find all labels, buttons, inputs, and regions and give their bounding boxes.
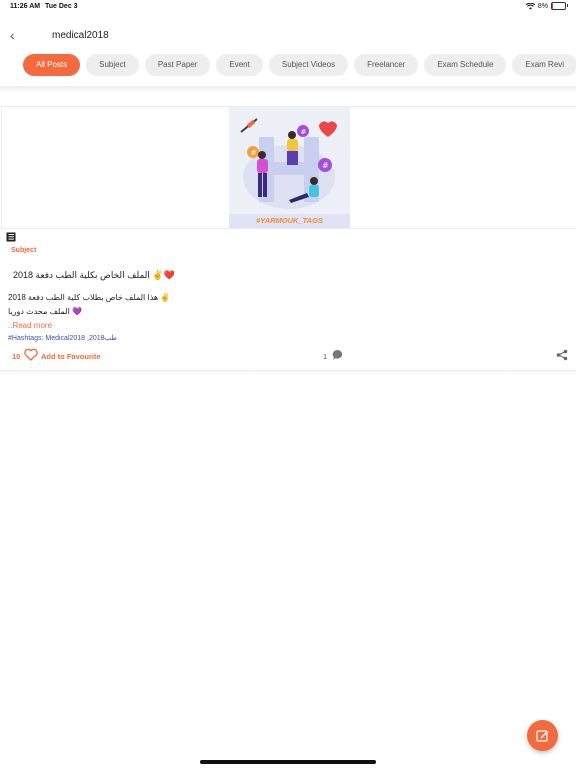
battery-icon: [551, 2, 568, 10]
illustration-icon: # # #: [229, 107, 350, 214]
tab-subject-videos[interactable]: Subject Videos: [268, 54, 349, 76]
tab-freelancer[interactable]: Freelancer: [354, 54, 419, 76]
edit-icon: [536, 730, 548, 742]
post-title: الملف الخاص بكلية الطب دفعة 2018 ✌️❤️: [13, 270, 175, 280]
add-to-favourite-button[interactable]: Add to Favourite: [41, 352, 101, 361]
post-image[interactable]: # # # #YARMOUK_TAGS: [229, 107, 350, 228]
document-icon: [6, 232, 16, 242]
tab-exam-revi[interactable]: Exam Revi: [512, 54, 576, 76]
likes-count: 10: [12, 352, 21, 361]
status-date: Tue Dec 3: [45, 3, 78, 10]
header-shadow: [0, 86, 576, 92]
status-time: 11:26 AM: [10, 3, 41, 10]
comments-count: 1: [323, 352, 328, 361]
hashtags-label: #Hashtags:: [8, 335, 44, 342]
svg-text:#: #: [322, 161, 329, 170]
post-body-line: هذا الملف خاص بطلاب كلية الطب دفعة 2018 …: [8, 293, 171, 302]
header: ‹ medical2018: [0, 22, 576, 50]
svg-text:#: #: [301, 128, 307, 136]
post-image-card[interactable]: # # # #YARMOUK_TAGS: [1, 106, 576, 229]
tab-exam-schedule[interactable]: Exam Schedule: [424, 54, 507, 76]
heart-icon[interactable]: [24, 348, 38, 361]
tab-event[interactable]: Event: [216, 54, 263, 76]
home-indicator: [200, 760, 376, 764]
tabs-row: All Posts Subject Past Paper Event Subject V…: [23, 54, 576, 76]
page-title: medical2018: [52, 30, 109, 41]
comment-icon[interactable]: [332, 349, 344, 361]
chevron-left-icon[interactable]: ‹: [10, 27, 15, 43]
category-tabs: All Posts Subject Past Paper Event Subject V…: [0, 52, 576, 82]
share-icon[interactable]: [556, 349, 568, 361]
post-separator: [0, 370, 576, 374]
status-right: 8%: [525, 2, 568, 10]
tab-subject[interactable]: Subject: [86, 54, 139, 76]
hashtags: #Hashtags: Medical2018 ,طب2018: [8, 334, 117, 342]
post-body-line: الملف محدث دوريا 💜: [8, 307, 82, 316]
image-caption: #YARMOUK_TAGS: [229, 214, 350, 228]
tab-past-paper[interactable]: Past Paper: [144, 54, 211, 76]
hashtag-links[interactable]: Medical2018 ,طب2018: [45, 335, 117, 342]
read-more-link[interactable]: ..Read more: [8, 321, 52, 330]
wifi-icon: [525, 2, 535, 10]
create-post-button[interactable]: [527, 720, 558, 751]
tab-all-posts[interactable]: All Posts: [23, 54, 81, 76]
status-bar: 11:26 AM Tue Dec 3 8%: [0, 0, 576, 14]
svg-text:#: #: [251, 149, 257, 157]
post-category[interactable]: Subject: [11, 247, 36, 254]
battery-percent: 8%: [537, 2, 548, 10]
